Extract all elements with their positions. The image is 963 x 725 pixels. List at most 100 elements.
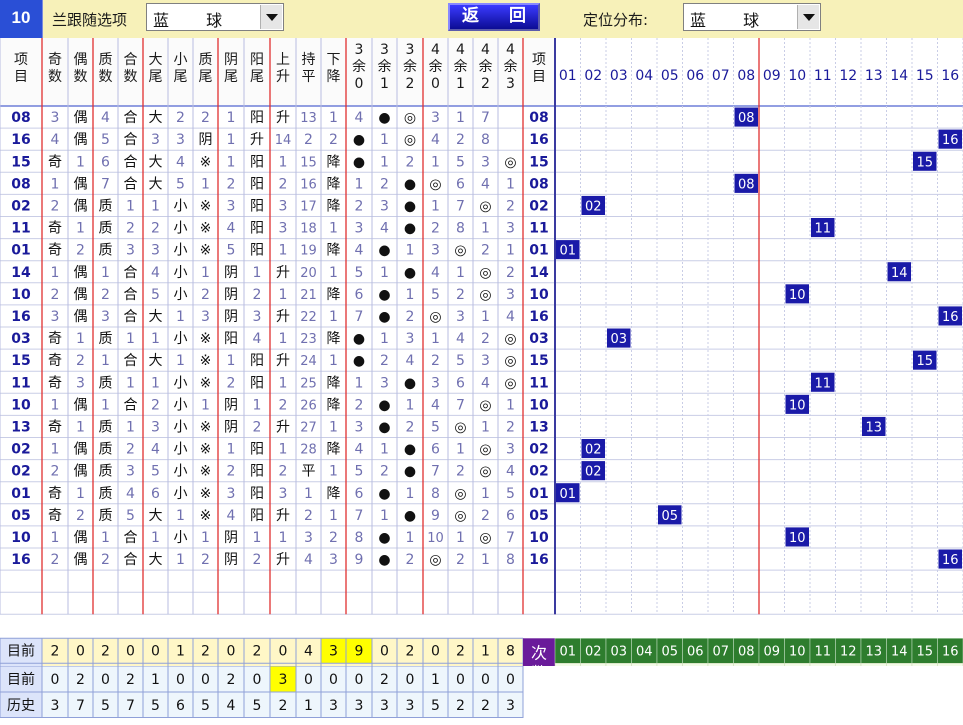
row-cell: 奇 [48,220,62,237]
row-cell: 8 [506,552,515,568]
row-cell: 4 [101,110,110,126]
row-cell: 降 [327,154,341,170]
row-cell: 28 [300,443,317,458]
distribution-marker-label: 02 [585,443,602,458]
count-value-cell [938,663,963,666]
row-item-label: 01 [529,243,548,259]
count-header: 11 [814,644,831,659]
row-cell: 阴 [199,132,213,148]
row-cell: ● [404,375,416,391]
stats-current-value: 2 [101,643,110,659]
stats-current-value: 0 [76,643,85,659]
distribution-marker-label: 16 [942,553,959,568]
row-cell: 3 [431,243,440,259]
row-cell: 1 [176,353,185,369]
row-cell: 1 [481,552,490,568]
distribution-marker-label: 13 [865,420,882,435]
row-item-label: 15 [11,353,30,369]
row-item-label: 10 [11,397,31,413]
bottom-current-value: 2 [380,672,389,688]
row-cell: 偶 [74,552,88,568]
row-item-label: 01 [529,486,548,502]
bottom-history-value: 1 [304,698,313,714]
row-cell: 1 [76,154,85,170]
follow-option-label: 兰跟随选项 [52,9,127,30]
row-cell: 3 [329,552,338,568]
row-cell: 10 [427,531,444,546]
chevron-down-icon[interactable] [797,5,819,29]
number-column-header: 04 [635,68,653,84]
stats-current-value: 8 [506,643,515,659]
row-cell: 1 [201,265,210,281]
chevron-down-icon[interactable] [260,5,282,29]
bottom-history-value: 2 [481,698,490,714]
row-cell: 2 [201,110,210,126]
row-cell: 阳 [250,221,264,237]
column-header: 小尾 [174,52,188,85]
row-cell: 偶 [74,309,88,325]
row-cell: 1 [329,221,338,237]
count-value-cell [581,663,607,666]
row-cell: ◎ [429,552,441,568]
row-cell: 1 [329,309,338,325]
row-item-label: 05 [529,508,548,524]
row-cell: 7 [355,508,364,524]
row-cell: 2 [380,464,389,480]
row-cell: 2 [101,552,110,568]
row-cell: 小 [174,243,188,259]
column-header: 上升 [276,52,290,85]
row-cell: ● [378,110,390,126]
row-cell: 1 [227,110,236,126]
row-cell: 2 [355,198,364,214]
row-cell: 6 [101,154,110,170]
row-cell: 1 [101,397,110,413]
count-label: 次数 [531,643,547,666]
data-grid-svg: 项目奇数偶数质数合数大尾小尾质尾阴尾阳尾上升持平下降3余03余13余24余04余… [0,38,963,666]
row-cell: 降 [327,287,341,303]
row-cell: 2 [406,154,415,170]
row-item-label: 10 [11,530,31,546]
row-cell: 2 [76,508,85,524]
distribution-marker-label: 05 [661,509,678,524]
row-item-label: 16 [529,552,548,568]
row-item-label: 08 [11,176,30,192]
stats-current-label: 目前 [7,642,35,659]
row-cell: 偶 [74,132,88,148]
distribution-marker-label: 14 [891,266,908,281]
row-cell: 降 [327,397,341,413]
row-cell: 降 [327,486,341,502]
row-cell: 6 [151,486,160,502]
row-cell: 1 [406,397,415,413]
row-cell: 1 [481,486,490,502]
follow-option-select[interactable]: 蓝 球 [146,3,284,31]
row-cell: 2 [76,353,85,369]
row-cell: ● [353,154,365,170]
row-cell: 大 [149,552,163,568]
row-cell: 合 [124,154,138,170]
row-cell: 2 [51,287,60,303]
number-column-header: 12 [839,68,857,84]
back-button[interactable]: 返 回 [448,3,540,31]
row-cell: ◎ [479,287,491,303]
row-cell: 7 [431,464,440,480]
row-cell: ◎ [454,419,466,435]
row-cell: 2 [481,508,490,524]
row-cell: 4 [481,375,490,391]
row-cell: 阳 [250,198,264,214]
row-cell: ● [404,464,416,480]
row-cell: 3 [176,132,185,148]
row-cell: 1 [76,419,85,435]
bottom-history-value: 5 [101,698,110,714]
row-cell: 偶 [74,176,88,192]
column-header-label: 持平 [302,52,316,85]
position-distribution-select[interactable]: 蓝 球 [683,3,821,31]
stats-current-value: 3 [329,643,338,659]
count-header: 12 [840,644,857,659]
row-cell: ※ [200,221,212,237]
row-cell: 质 [99,198,113,214]
count-value-cell [861,663,887,666]
row-item-label: 11 [529,221,548,237]
row-cell: ● [404,198,416,214]
row-item-label: 02 [529,442,548,458]
row-cell: 1 [481,309,490,325]
